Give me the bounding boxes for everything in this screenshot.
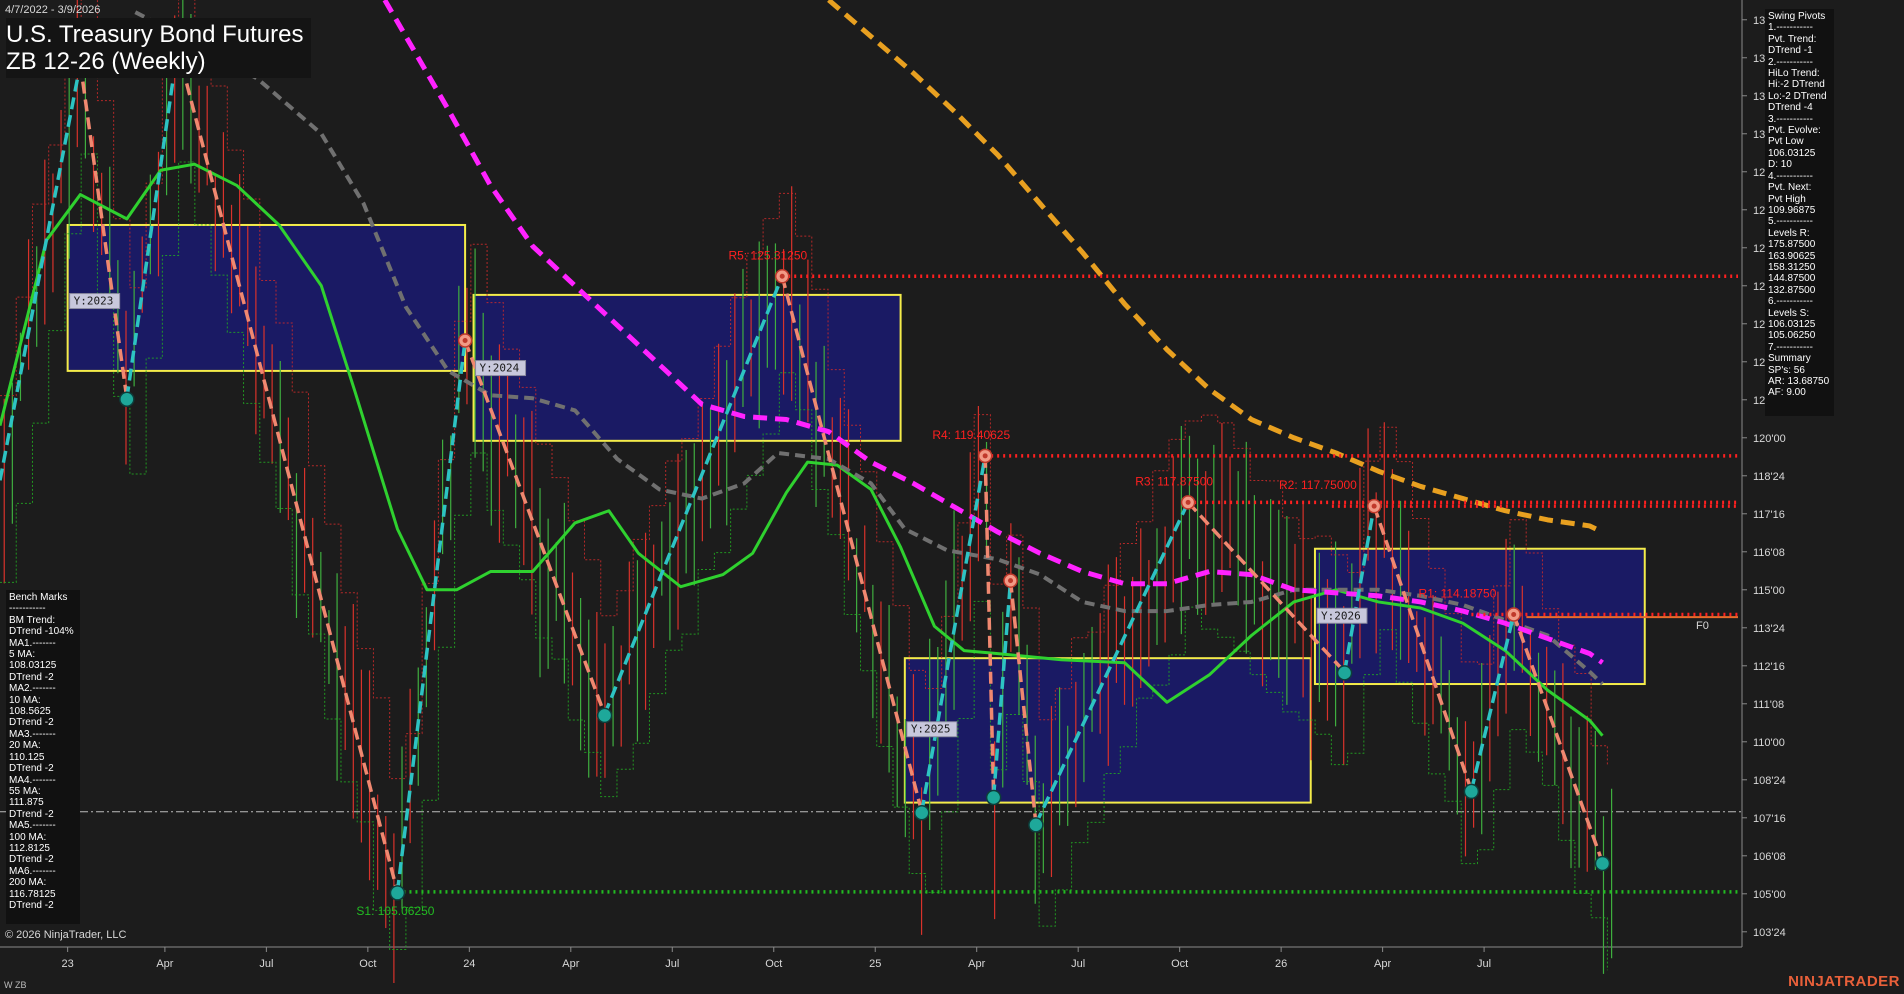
price-tick-label: 113'24 [1753, 623, 1785, 635]
ninjatrader-logo: NINJATRADER [1788, 973, 1900, 990]
pivot-high-dot [1371, 503, 1377, 509]
time-tick-label: Oct [359, 958, 376, 970]
time-tick-label: Apr [156, 958, 173, 970]
pivot-high-dot [982, 453, 988, 459]
current-price-label: F0 [1696, 620, 1709, 632]
resistance-label: R5: 125.31250 [728, 248, 807, 262]
pivot-high-dot [1511, 611, 1517, 617]
price-tick-label: 115'00 [1753, 585, 1785, 597]
price-tick-label: 117'16 [1753, 509, 1785, 521]
pivot-low-marker [1028, 817, 1044, 833]
price-tick-label: 110'00 [1753, 737, 1785, 749]
price-tick-label: 103'24 [1753, 927, 1786, 939]
instrument-tag: W ZB [4, 980, 27, 990]
time-tick-label: Oct [1171, 958, 1188, 970]
chart-background [0, 0, 1904, 994]
time-tick-label: Apr [562, 958, 579, 970]
price-tick-label: 111'08 [1753, 699, 1784, 711]
pivot-low-marker [1463, 783, 1480, 800]
price-tick-label: 116'08 [1753, 547, 1785, 559]
price-tick-label: 112'16 [1753, 661, 1785, 673]
price-tick-label: 107'16 [1753, 813, 1786, 825]
chart-title: U.S. Treasury Bond Futures [6, 21, 304, 48]
pivot-high-dot [1008, 578, 1014, 584]
pivot-low-marker [389, 885, 406, 901]
pivot-low-marker [1336, 665, 1353, 681]
support-label: S1: 105.06250 [356, 904, 434, 918]
time-tick-label: 25 [869, 958, 881, 970]
copyright: © 2026 NinjaTrader, LLC [5, 929, 127, 941]
resistance-label: R2: 117.75000 [1279, 478, 1357, 492]
year-tag-label: Y:2023 [74, 295, 114, 308]
resistance-label: R4: 119.40625 [932, 428, 1010, 442]
pivot-low-marker [1594, 855, 1611, 872]
pivot-high-dot [462, 337, 468, 343]
pivot-low-marker [119, 391, 135, 408]
pivot-low-marker [913, 804, 930, 821]
time-tick-label: Jul [259, 958, 273, 970]
date-range: 4/7/2022 - 3/9/2026 [5, 4, 101, 16]
swing-pivots-panel: Swing Pivots 1.----------- Pvt. Trend: D… [1765, 9, 1834, 416]
time-tick-label: 23 [62, 958, 74, 970]
price-tick-label: 120'00 [1753, 433, 1786, 445]
price-tick-label: 106'08 [1753, 851, 1786, 863]
time-tick-label: 26 [1275, 958, 1287, 970]
time-tick-label: Jul [1477, 958, 1491, 970]
resistance-label: R1: 114.18750 [1419, 586, 1497, 600]
chart-subtitle: ZB 12-26 (Weekly) [6, 48, 206, 75]
pivot-high-dot [1185, 499, 1191, 505]
price-chart[interactable]: 133'24132'16131'08130'00128'24127'16126'… [0, 0, 1904, 994]
price-tick-label: 108'24 [1753, 775, 1786, 787]
pivot-low-marker [985, 789, 1002, 806]
time-tick-label: 24 [463, 958, 475, 970]
time-tick-label: Apr [1374, 958, 1391, 970]
resistance-label: R3: 117.87500 [1135, 474, 1213, 488]
year-zone [472, 293, 902, 442]
time-tick-label: Apr [968, 958, 985, 970]
year-tag-label: Y:2024 [480, 362, 520, 375]
year-tag-label: Y:2025 [911, 723, 951, 736]
price-tick-label: 118'24 [1753, 471, 1785, 483]
pivot-high-dot [779, 273, 785, 279]
pivot-low-marker [596, 707, 613, 724]
time-tick-label: Jul [1071, 958, 1085, 970]
time-tick-label: Jul [665, 958, 679, 970]
price-tick-label: 105'00 [1753, 889, 1786, 901]
bench-marks-panel: Bench Marks ----------- BM Trend: DTrend… [6, 590, 80, 924]
time-tick-label: Oct [765, 958, 782, 970]
year-tag-label: Y:2026 [1321, 609, 1361, 622]
year-zone [66, 223, 467, 372]
